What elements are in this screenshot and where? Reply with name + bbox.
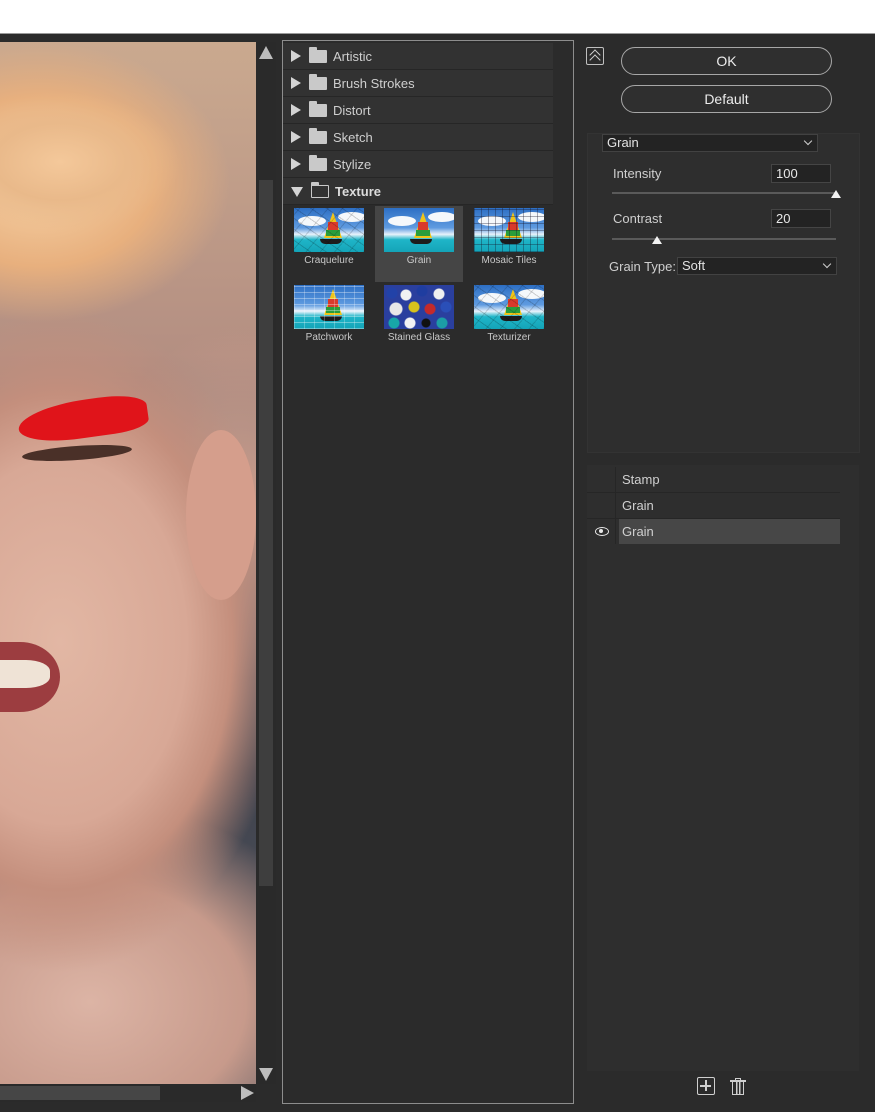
visibility-toggle[interactable] (587, 467, 616, 492)
filter-preview-image (384, 285, 454, 329)
intensity-label: Intensity (613, 166, 662, 181)
effect-layers-panel: Stamp Grain Grain (587, 465, 859, 1071)
effect-layer-stamp[interactable]: Stamp (587, 467, 840, 492)
category-sketch[interactable]: Sketch (283, 124, 553, 151)
horizontal-scroll-thumb[interactable] (0, 1086, 160, 1100)
category-distort[interactable]: Distort (283, 97, 553, 124)
category-label: Distort (333, 102, 371, 118)
category-label: Stylize (333, 156, 372, 172)
preview-eye (21, 442, 133, 464)
delete-effect-layer-button[interactable] (730, 1078, 746, 1095)
category-brush-strokes[interactable]: Brush Strokes (283, 70, 553, 97)
preview-ear (186, 430, 256, 600)
trash-can (732, 1082, 744, 1095)
expand-triangle-icon[interactable] (291, 77, 301, 89)
filter-thumb-stained-glass[interactable]: Stained Glass (375, 283, 463, 359)
grain-type-value: Soft (682, 258, 706, 273)
layer-name: Grain (619, 519, 840, 544)
scroll-down-arrow-icon[interactable] (259, 1068, 273, 1081)
effect-layer-grain[interactable]: Grain (587, 493, 840, 518)
filter-preview-image (474, 208, 544, 252)
filter-select[interactable]: Grain (602, 134, 818, 152)
vertical-scroll-thumb[interactable] (259, 180, 273, 886)
grain-type-select[interactable]: Soft (677, 257, 837, 275)
intensity-input[interactable]: 100 (771, 164, 831, 183)
filter-label: Craquelure (304, 255, 354, 266)
default-button[interactable]: Default (621, 85, 832, 113)
preview-eyebrow (15, 391, 151, 447)
category-stylize[interactable]: Stylize (283, 151, 553, 178)
category-label: Texture (335, 183, 381, 199)
visibility-toggle[interactable] (587, 493, 616, 518)
open-folder-icon (310, 181, 329, 198)
filter-label: Texturizer (487, 332, 531, 343)
category-label: Brush Strokes (333, 75, 415, 91)
ok-button[interactable]: OK (621, 47, 832, 75)
contrast-label: Contrast (613, 211, 663, 226)
chevron-down-icon (822, 259, 832, 269)
filter-thumb-craquelure[interactable]: Craquelure (285, 206, 373, 282)
filter-thumb-mosaic-tiles[interactable]: Mosaic Tiles (465, 206, 553, 282)
contrast-slider-knob[interactable] (651, 236, 662, 244)
folder-icon (309, 127, 327, 144)
top-bar (0, 0, 875, 34)
expand-triangle-icon[interactable] (291, 104, 301, 116)
image-preview[interactable] (0, 42, 256, 1084)
preview-horizontal-scrollbar[interactable] (0, 1084, 256, 1102)
filter-preview-image (294, 208, 364, 252)
intensity-slider-knob[interactable] (831, 190, 841, 198)
expand-triangle-icon[interactable] (291, 50, 301, 62)
scroll-up-arrow-icon[interactable] (259, 46, 273, 59)
contrast-slider[interactable] (612, 238, 836, 240)
filter-browser: Artistic Brush Strokes Distort Sketch St… (282, 40, 574, 1104)
filter-thumb-grain[interactable]: Grain (375, 206, 463, 282)
preview-vertical-scrollbar[interactable] (256, 42, 276, 1084)
filter-label: Grain (406, 255, 432, 266)
folder-icon (309, 46, 327, 63)
category-texture[interactable]: Texture (283, 178, 553, 205)
category-label: Sketch (333, 129, 373, 145)
filter-thumb-patchwork[interactable]: Patchwork (285, 283, 373, 359)
grain-type-label: Grain Type: (609, 259, 676, 274)
collapse-triangle-icon[interactable] (291, 187, 303, 197)
category-artistic[interactable]: Artistic (283, 43, 553, 70)
collapse-browser-button[interactable] (586, 47, 604, 66)
filter-select-value: Grain (607, 135, 639, 150)
category-label: Artistic (333, 48, 372, 64)
layer-name: Stamp (622, 472, 660, 487)
filter-thumb-texturizer[interactable]: Texturizer (465, 283, 553, 359)
layer-name: Grain (622, 498, 654, 513)
effect-layer-grain-active[interactable]: Grain (587, 519, 840, 544)
folder-icon (309, 100, 327, 117)
filter-settings-panel: Grain Intensity 100 Contrast 20 Grain Ty… (587, 133, 860, 453)
folder-icon (309, 154, 327, 171)
intensity-slider[interactable] (612, 192, 836, 194)
filter-preview-image (474, 285, 544, 329)
filter-label: Mosaic Tiles (481, 255, 537, 266)
folder-icon (309, 73, 327, 90)
preview-teeth (0, 660, 50, 688)
filter-label: Stained Glass (387, 332, 451, 343)
expand-triangle-icon[interactable] (291, 131, 301, 143)
filter-label: Patchwork (305, 332, 353, 343)
new-effect-layer-button[interactable] (697, 1077, 715, 1095)
scroll-right-arrow-icon[interactable] (241, 1086, 254, 1100)
filter-preview-image (384, 208, 454, 252)
chevron-down-icon (803, 136, 813, 146)
visibility-toggle[interactable] (587, 519, 616, 544)
expand-triangle-icon[interactable] (291, 158, 301, 170)
contrast-input[interactable]: 20 (771, 209, 831, 228)
filter-preview-image (294, 285, 364, 329)
eye-icon (595, 527, 609, 536)
